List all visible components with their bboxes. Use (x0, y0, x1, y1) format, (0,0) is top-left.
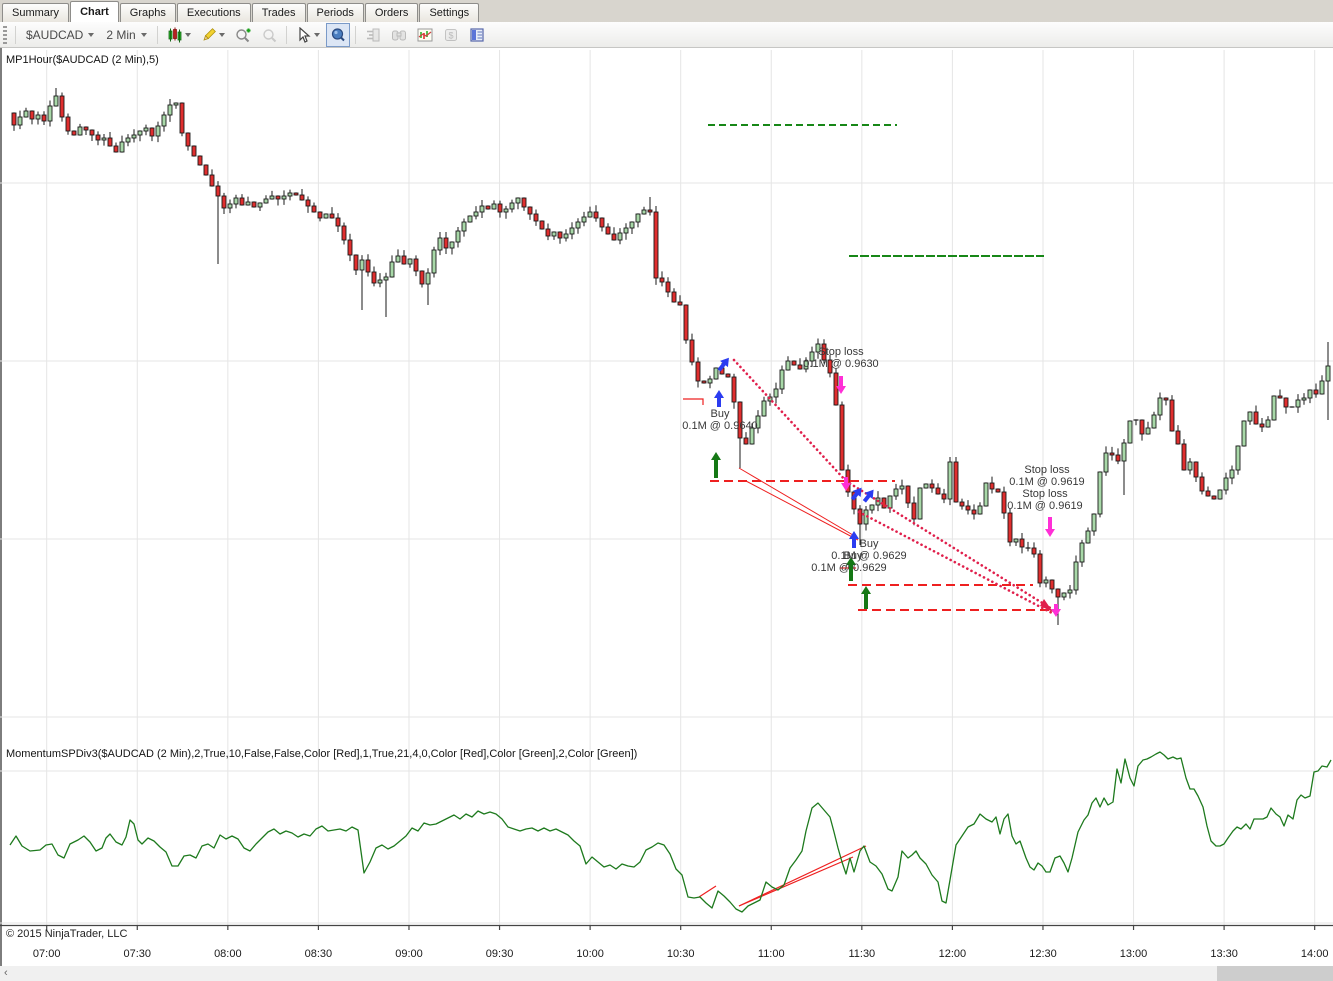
toolbar-grip-handle[interactable] (3, 25, 7, 44)
svg-text:10:30: 10:30 (667, 948, 695, 960)
svg-text:0.1M @ 0.9640: 0.1M @ 0.9640 (682, 420, 757, 432)
svg-text:07:00: 07:00 (33, 948, 61, 960)
mini-chart-icon (417, 28, 433, 41)
svg-text:09:00: 09:00 (395, 948, 423, 960)
tab-trades[interactable]: Trades (251, 3, 306, 22)
cursor-tool-button[interactable] (292, 23, 324, 47)
chevron-down-icon (218, 32, 225, 37)
svg-text:0.1M @ 0.9619: 0.1M @ 0.9619 (1007, 500, 1082, 512)
copyright-label: © 2015 NinjaTrader, LLC (6, 928, 128, 940)
tab-bar: Summary Chart Graphs Executions Trades P… (0, 0, 1333, 22)
svg-text:07:30: 07:30 (124, 948, 152, 960)
svg-text:Stop loss: Stop loss (1024, 464, 1070, 476)
tab-orders[interactable]: Orders (364, 3, 419, 22)
zoom-out-button[interactable] (257, 23, 281, 47)
svg-text:0.1M @ 0.9630: 0.1M @ 0.9630 (803, 358, 878, 370)
price-panel-label: MP1Hour($AUDCAD (2 Min),5) (6, 54, 159, 66)
tab-chart[interactable]: Chart (70, 1, 119, 22)
zoom-in-button[interactable] (231, 23, 255, 47)
properties-panel-icon (470, 27, 484, 42)
scroll-left-icon[interactable]: ‹ (4, 967, 8, 979)
chevron-down-icon (140, 32, 147, 37)
separator (156, 25, 158, 44)
separator (354, 25, 356, 44)
svg-text:Stop loss: Stop loss (818, 346, 864, 358)
svg-text:13:30: 13:30 (1210, 948, 1238, 960)
chart-trader-button[interactable] (361, 23, 385, 47)
magnifier-lens-icon (331, 27, 345, 41)
svg-text:11:00: 11:00 (758, 948, 785, 960)
separator (15, 25, 16, 44)
instrument-label: $AUDCAD (26, 27, 84, 42)
svg-text:13:00: 13:00 (1120, 948, 1148, 960)
indicator-panel-label: MomentumSPDiv3($AUDCAD (2 Min),2,True,10… (6, 748, 638, 760)
chart-trader-icon (366, 28, 380, 41)
tab-graphs[interactable]: Graphs (119, 3, 176, 22)
horizontal-scrollbar[interactable]: ‹ (0, 966, 1333, 981)
ninjatrader-chart-window: Summary Chart Graphs Executions Trades P… (0, 0, 1333, 981)
chevron-down-icon (313, 32, 320, 37)
chart-style-button[interactable] (163, 23, 195, 47)
svg-text:Buy: Buy (844, 550, 863, 562)
chevron-down-icon (184, 32, 191, 37)
candlestick-style-icon (168, 27, 182, 42)
tab-summary[interactable]: Summary (2, 3, 70, 22)
svg-text:Stop loss: Stop loss (1022, 488, 1068, 500)
svg-text:Buy: Buy (711, 408, 730, 420)
chevron-down-icon (88, 32, 95, 37)
svg-text:10:00: 10:00 (576, 948, 604, 960)
data-box-button[interactable] (325, 22, 350, 47)
pencil-icon (203, 27, 216, 41)
properties-button[interactable] (465, 23, 489, 47)
tab-executions[interactable]: Executions (176, 3, 251, 22)
zoom-in-icon (236, 28, 251, 42)
binoculars-button[interactable] (387, 23, 411, 47)
svg-text:Buy: Buy (860, 538, 879, 550)
svg-text:09:30: 09:30 (486, 948, 514, 960)
scrollbar-thumb[interactable] (1217, 966, 1333, 981)
tab-periods[interactable]: Periods (306, 3, 364, 22)
dollar-icon: $ (444, 28, 457, 41)
separator (285, 25, 287, 44)
instrument-dropdown[interactable]: $AUDCAD (20, 26, 100, 44)
svg-text:12:30: 12:30 (1029, 948, 1057, 960)
binoculars-icon (391, 30, 406, 40)
account-data-button[interactable]: $ (439, 23, 463, 47)
interval-dropdown[interactable]: 2 Min (100, 26, 152, 44)
zoom-out-icon (263, 28, 276, 42)
chart-canvas[interactable]: Buy0.1M @ 0.9640Stop loss0.1M @ 0.9630Bu… (0, 48, 1333, 966)
svg-text:08:30: 08:30 (305, 948, 333, 960)
cursor-pointer-icon (299, 26, 311, 43)
interval-label: 2 Min (106, 27, 136, 42)
svg-text:14:00: 14:00 (1301, 948, 1329, 960)
svg-text:$: $ (448, 30, 453, 40)
svg-text:11:30: 11:30 (848, 948, 875, 960)
svg-text:0.1M @ 0.9629: 0.1M @ 0.9629 (811, 562, 886, 574)
tab-settings[interactable]: Settings (419, 3, 480, 22)
svg-text:12:00: 12:00 (939, 948, 967, 960)
mini-chart-button[interactable] (413, 23, 437, 47)
toolbar: $AUDCAD 2 Min $ (0, 22, 1333, 48)
svg-text:08:00: 08:00 (214, 948, 242, 960)
svg-text:0.1M @ 0.9619: 0.1M @ 0.9619 (1009, 476, 1084, 488)
chart-area[interactable]: Buy 0.1M @ 0.9640 Stop loss 0.1M @ 0.9630 Bu… (0, 48, 1333, 966)
drawing-tools-button[interactable] (197, 23, 229, 47)
